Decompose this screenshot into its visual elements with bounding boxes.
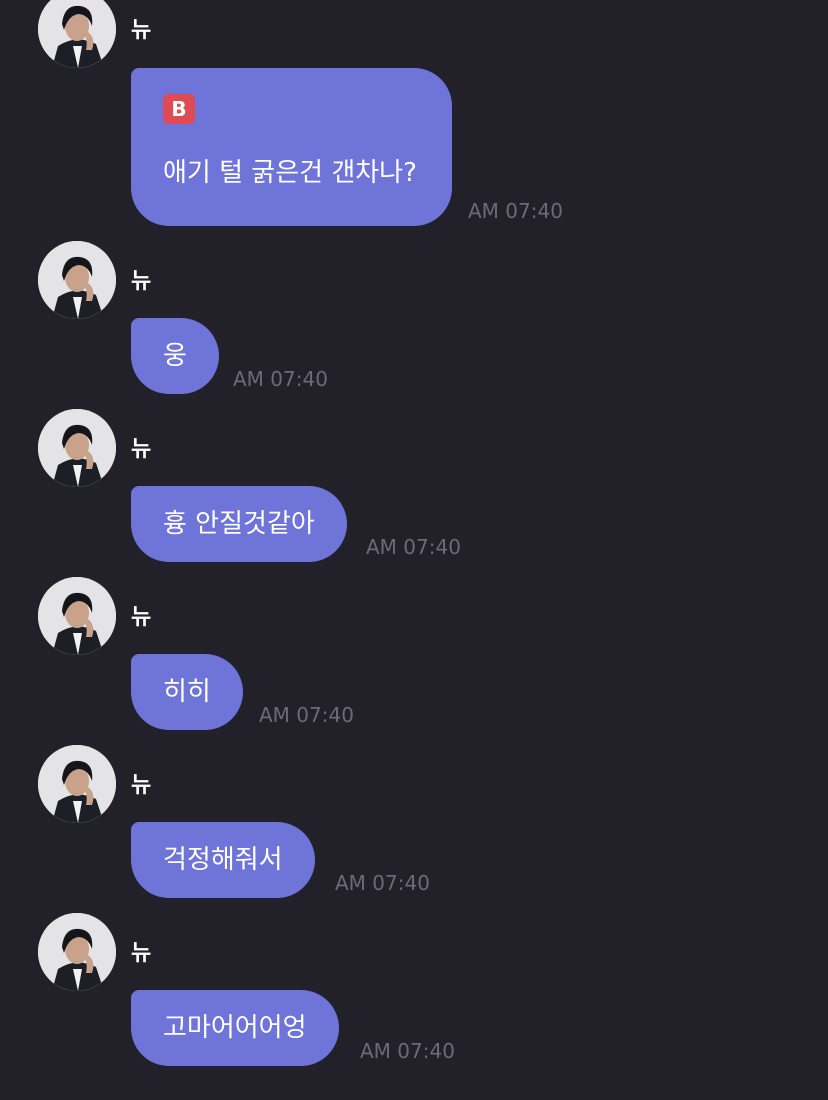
avatar[interactable] — [38, 409, 116, 487]
sender-name: 뉴 — [131, 941, 152, 966]
timestamp: AM 07:40 — [360, 1039, 455, 1063]
message-text: 애기 털 굵은건 갠차나? — [163, 158, 417, 188]
message-text: 흉 안질것같아 — [163, 509, 315, 539]
avatar[interactable] — [38, 577, 116, 655]
message-text: 고마어어어엉 — [163, 1013, 307, 1043]
b-square-icon: B — [163, 94, 195, 124]
message-bubble[interactable]: 흉 안질것같아 — [131, 486, 347, 562]
sender-name: 뉴 — [131, 773, 152, 798]
sender-name: 뉴 — [131, 18, 152, 43]
sender-name: 뉴 — [131, 605, 152, 630]
avatar[interactable] — [38, 745, 116, 823]
message-bubble[interactable]: 웅 — [131, 318, 219, 394]
message-text: 히히 — [163, 677, 211, 707]
timestamp: AM 07:40 — [468, 199, 563, 223]
timestamp: AM 07:40 — [366, 535, 461, 559]
sender-name: 뉴 — [131, 437, 152, 462]
chat-window: 뉴 B 애기 털 굵은건 갠차나? AM 07:40 뉴 웅 AM 07:40 — [0, 0, 828, 1100]
sender-name: 뉴 — [131, 269, 152, 294]
message-bubble[interactable]: B 애기 털 굵은건 갠차나? — [131, 68, 452, 226]
message-text: 걱정해줘서 — [163, 845, 283, 875]
timestamp: AM 07:40 — [335, 871, 430, 895]
timestamp: AM 07:40 — [233, 367, 328, 391]
avatar[interactable] — [38, 913, 116, 991]
avatar[interactable] — [38, 241, 116, 319]
message-text: 웅 — [163, 341, 187, 371]
avatar[interactable] — [38, 0, 116, 68]
message-bubble[interactable]: 히히 — [131, 654, 243, 730]
message-bubble[interactable]: 걱정해줘서 — [131, 822, 315, 898]
timestamp: AM 07:40 — [259, 703, 354, 727]
message-bubble[interactable]: 고마어어어엉 — [131, 990, 339, 1066]
